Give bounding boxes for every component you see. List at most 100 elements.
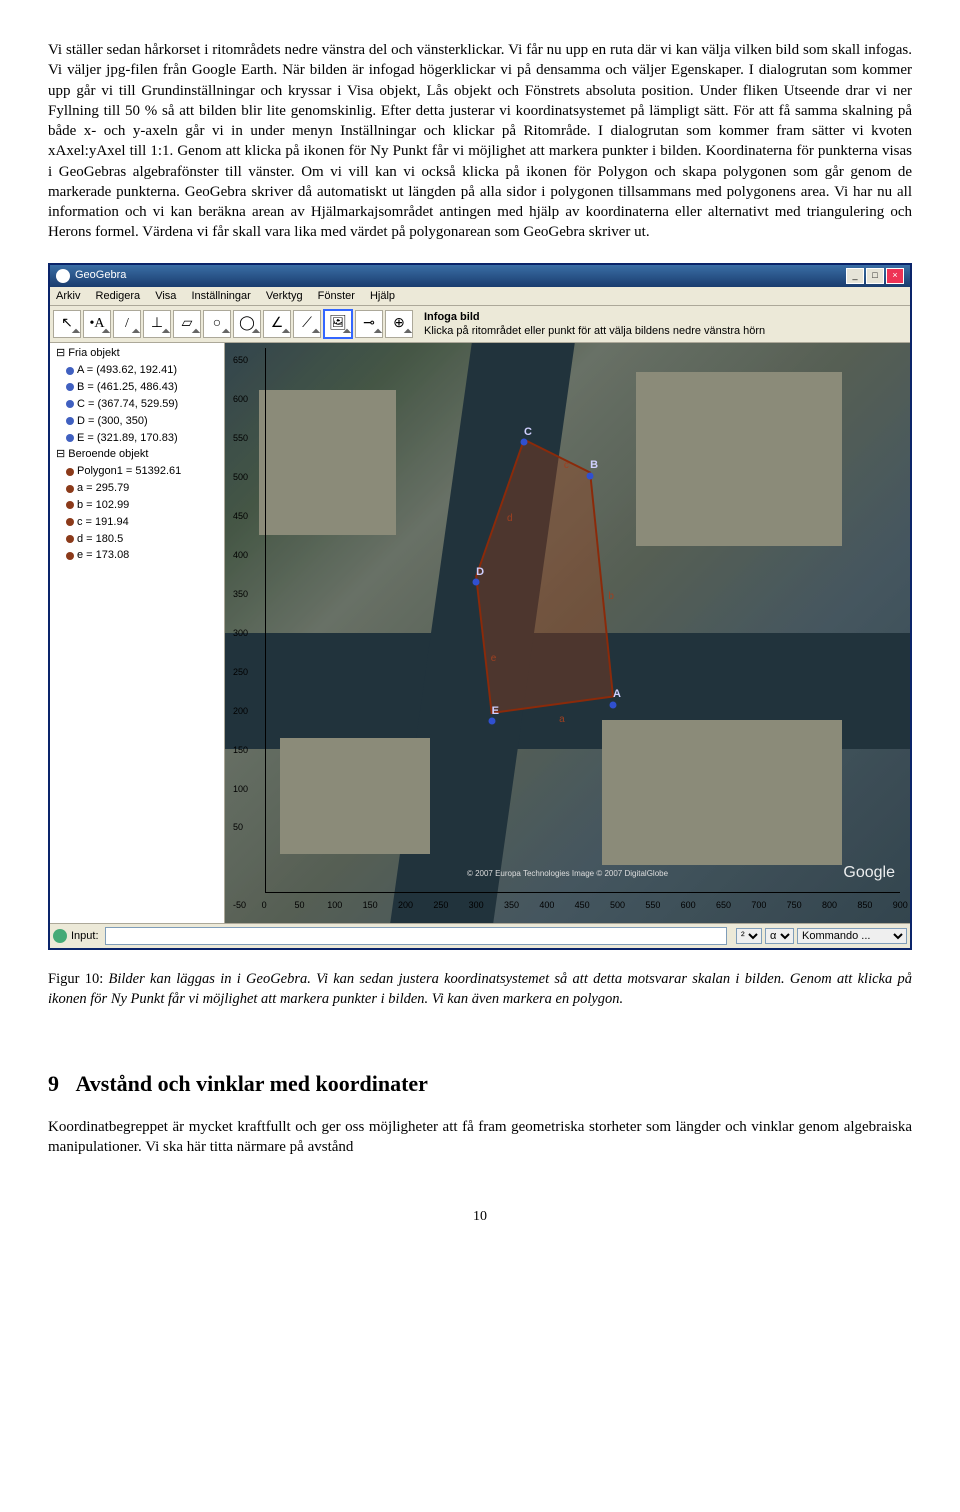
titlebar[interactable]: GeoGebra _ □ × — [50, 265, 910, 287]
maximize-icon[interactable]: □ — [866, 268, 884, 284]
x-tick: 0 — [262, 899, 267, 911]
input-label: Input: — [71, 929, 99, 944]
minimize-icon[interactable]: _ — [846, 268, 864, 284]
x-tick: 500 — [610, 899, 625, 911]
input-field[interactable] — [105, 927, 727, 945]
menu-visa[interactable]: Visa — [155, 290, 176, 302]
point-label: B — [590, 458, 598, 473]
algebra-item[interactable]: e = 173.08 — [52, 547, 222, 564]
y-tick: 200 — [233, 705, 248, 717]
segment-label: c — [564, 459, 569, 473]
tool-angle-icon[interactable]: ∠ — [263, 310, 291, 338]
command-select[interactable]: Kommando ... — [797, 928, 907, 944]
segment-label: b — [608, 590, 614, 604]
x-tick: 650 — [716, 899, 731, 911]
y-tick: 650 — [233, 354, 248, 366]
tool-move-icon[interactable]: ↖ — [53, 310, 81, 338]
point-marker[interactable] — [521, 439, 528, 446]
algebra-item[interactable]: Polygon1 = 51392.61 — [52, 463, 222, 480]
input-icon — [53, 929, 67, 943]
tool-reflect-icon[interactable]: ⟋ — [293, 310, 321, 338]
segment-label: a — [559, 713, 565, 727]
y-tick: 600 — [233, 393, 248, 405]
x-tick: 600 — [681, 899, 696, 911]
algebra-item[interactable]: E = (321.89, 170.83) — [52, 430, 222, 447]
section-heading: 9 Avstånd och vinklar med koordinater — [48, 1069, 912, 1099]
algebra-item[interactable]: b = 102.99 — [52, 497, 222, 514]
caption-text: Bilder kan läggas in i GeoGebra. Vi kan … — [48, 971, 912, 1007]
y-tick: 350 — [233, 588, 248, 600]
algebra-item[interactable]: d = 180.5 — [52, 531, 222, 548]
bullet-icon — [66, 468, 74, 476]
tool-zoom-icon[interactable]: ⊕ — [385, 310, 413, 338]
algebra-item[interactable]: B = (461.25, 486.43) — [52, 379, 222, 396]
tool-perpendicular-icon[interactable]: ⊥ — [143, 310, 171, 338]
menu-fonster[interactable]: Fönster — [318, 290, 355, 302]
menu-arkiv[interactable]: Arkiv — [56, 290, 80, 302]
menu-redigera[interactable]: Redigera — [96, 290, 141, 302]
algebra-item[interactable]: D = (300, 350) — [52, 413, 222, 430]
point-label: A — [613, 687, 621, 702]
menu-installningar[interactable]: Inställningar — [191, 290, 250, 302]
tool-line-icon[interactable]: / — [113, 310, 141, 338]
bullet-icon — [66, 383, 74, 391]
algebra-item[interactable]: C = (367.74, 529.59) — [52, 396, 222, 413]
x-tick: 50 — [294, 899, 304, 911]
bullet-icon — [66, 501, 74, 509]
symbol-select-greek[interactable]: α — [765, 928, 794, 944]
x-tick: 250 — [433, 899, 448, 911]
x-tick: 700 — [751, 899, 766, 911]
geogebra-window: GeoGebra _ □ × Arkiv Redigera Visa Instä… — [48, 263, 912, 951]
menu-verktyg[interactable]: Verktyg — [266, 290, 303, 302]
point-label: E — [492, 704, 499, 719]
algebra-item[interactable]: a = 295.79 — [52, 480, 222, 497]
y-tick: 250 — [233, 666, 248, 678]
bullet-icon — [66, 400, 74, 408]
bullet-icon — [66, 552, 74, 560]
input-bar: Input: ² α Kommando ... — [50, 923, 910, 948]
toolbar: ↖ •A / ⊥ ▱ ○ ◯ ∠ ⟋ 🖼 ⊸ ⊕ Infoga bild Kli… — [50, 306, 910, 343]
x-tick: 300 — [469, 899, 484, 911]
dep-objects-header[interactable]: ⊟ Beroende objekt — [52, 446, 222, 463]
y-tick: -50 — [233, 899, 246, 911]
bullet-icon — [66, 434, 74, 442]
point-marker[interactable] — [488, 718, 495, 725]
point-marker[interactable] — [610, 701, 617, 708]
point-marker[interactable] — [587, 472, 594, 479]
x-tick: 750 — [787, 899, 802, 911]
x-tick: 900 — [893, 899, 908, 911]
x-tick: 450 — [575, 899, 590, 911]
algebra-item[interactable]: A = (493.62, 192.41) — [52, 362, 222, 379]
menu-hjalp[interactable]: Hjälp — [370, 290, 395, 302]
x-tick: 350 — [504, 899, 519, 911]
bullet-icon — [66, 535, 74, 543]
tool-image-icon[interactable]: 🖼 — [323, 309, 353, 339]
x-tick: 200 — [398, 899, 413, 911]
bullet-icon — [66, 367, 74, 375]
tool-slider-icon[interactable]: ⊸ — [355, 310, 383, 338]
free-objects-header[interactable]: ⊟ Fria objekt — [52, 345, 222, 362]
y-tick: 300 — [233, 627, 248, 639]
symbol-select-sup[interactable]: ² — [736, 928, 762, 944]
segment-label: e — [491, 652, 497, 666]
tool-point-icon[interactable]: •A — [83, 310, 111, 338]
tool-conic-icon[interactable]: ◯ — [233, 310, 261, 338]
close-icon[interactable]: × — [886, 268, 904, 284]
point-marker[interactable] — [473, 578, 480, 585]
algebra-panel[interactable]: ⊟ Fria objekt A = (493.62, 192.41)B = (4… — [50, 343, 225, 923]
y-tick: 500 — [233, 471, 248, 483]
x-tick: 550 — [645, 899, 660, 911]
drawing-canvas[interactable]: AbBcCdDeEa 05010015020025030035040045050… — [225, 343, 910, 923]
point-label: C — [524, 425, 532, 440]
tool-polygon-icon[interactable]: ▱ — [173, 310, 201, 338]
menubar: Arkiv Redigera Visa Inställningar Verkty… — [50, 287, 910, 307]
google-logo: Google — [843, 862, 895, 884]
tool-circle-icon[interactable]: ○ — [203, 310, 231, 338]
algebra-item[interactable]: c = 191.94 — [52, 514, 222, 531]
tool-desc: Klicka på ritområdet eller punkt för att… — [424, 325, 765, 337]
paragraph-1: Vi ställer sedan hårkorset i ritområdets… — [48, 40, 912, 243]
y-axis — [265, 348, 266, 893]
point-label: D — [476, 565, 484, 580]
page-number: 10 — [48, 1208, 912, 1227]
figure-caption: Figur 10: Bilder kan läggas in i GeoGebr… — [48, 970, 912, 1009]
